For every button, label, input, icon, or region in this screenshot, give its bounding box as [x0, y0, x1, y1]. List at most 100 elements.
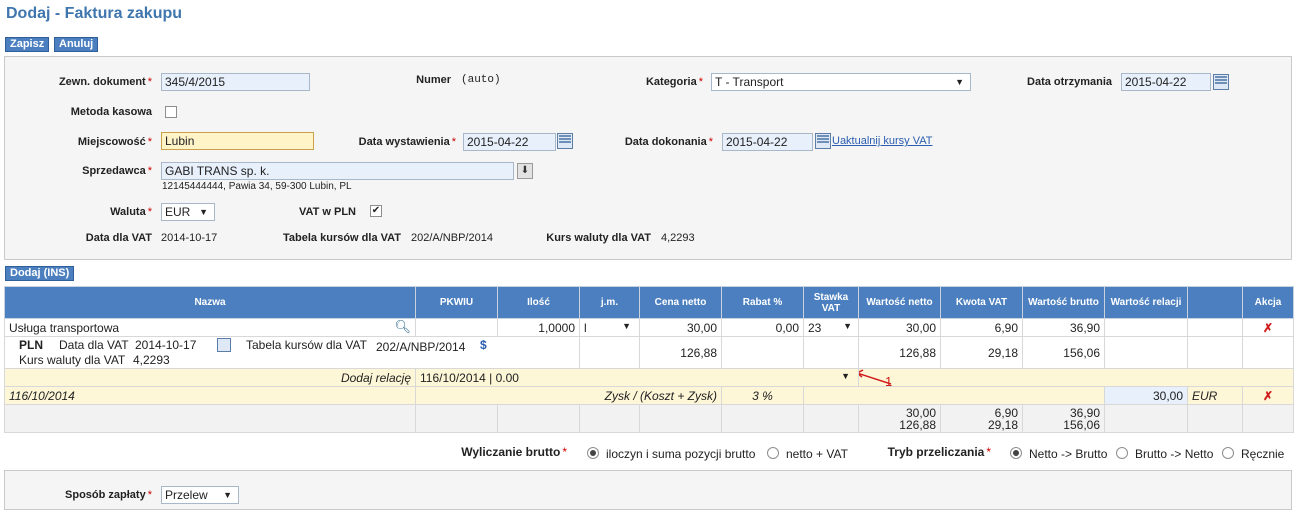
totals-blank: [1104, 404, 1188, 433]
delete-icon[interactable]: ✗: [1242, 386, 1294, 405]
add-relation-label: Dodaj relację: [4, 368, 416, 387]
totals-blank: [721, 404, 804, 433]
delete-icon[interactable]: ✗: [1242, 318, 1294, 337]
received-date-input[interactable]: 2015-04-22: [1121, 73, 1211, 91]
unit-select[interactable]: l ▼: [579, 318, 640, 337]
category-select[interactable]: T - Transport ▼: [711, 73, 971, 91]
pln-vat-date-value[interactable]: 2014-10-17: [135, 338, 197, 352]
pln-currency: PLN: [19, 338, 43, 352]
relation-line-row: 116/10/2014 Zysk / (Koszt + Zysk) 3 % 30…: [4, 386, 1294, 405]
save-button[interactable]: Zapisz: [5, 37, 50, 52]
rates-table-label: Tabela kursów dla VAT: [283, 232, 401, 244]
pln-vat-date-label: Data dla VAT: [59, 338, 129, 352]
number-value: (auto): [461, 74, 501, 86]
item-name-cell[interactable]: Usługa transportowa 🔍︎: [4, 318, 416, 337]
discount-cell[interactable]: 0,00: [721, 318, 804, 337]
relation-percent: 3 %: [721, 386, 804, 405]
totals-blank: [4, 404, 416, 433]
category-label: Kategoria *: [645, 76, 703, 88]
blank-cell: [1187, 318, 1243, 337]
currency-label: Waluta *: [110, 206, 152, 218]
ext-doc-input[interactable]: 345/4/2015: [161, 73, 310, 91]
table-row: Usługa transportowa 🔍︎ 1,0000 l ▼ 30,00 0…: [4, 318, 1294, 337]
chevron-down-icon: ▼: [223, 490, 232, 500]
cash-method-checkbox[interactable]: [165, 106, 177, 118]
pkwiu-cell[interactable]: [415, 318, 498, 337]
pln-relation-cell: [1104, 336, 1188, 369]
calendar-icon[interactable]: [557, 133, 573, 149]
city-label: Miejscowość *: [77, 136, 152, 148]
chevron-down-icon: ▼: [955, 77, 964, 87]
total-net: 30,00 126,88: [858, 404, 941, 433]
header-qty: Ilość: [497, 286, 580, 319]
totals-blank: [415, 404, 498, 433]
header-net-price: Cena netto: [639, 286, 722, 319]
recalc-radio-1[interactable]: [1010, 447, 1022, 459]
header-vat-amount: Kwota VAT: [940, 286, 1023, 319]
net-price-cell[interactable]: 30,00: [639, 318, 722, 337]
city-input[interactable]: Lubin: [161, 132, 314, 150]
pln-rate-label: Kurs waluty dla VAT: [19, 353, 126, 367]
issue-date-label: Data wystawienia *: [358, 136, 456, 148]
gross-calc-radio-1[interactable]: [587, 447, 599, 459]
pln-blank-cell: [1187, 336, 1243, 369]
header-pkwiu: PKWIU: [415, 286, 498, 319]
vat-pln-label: VAT w PLN: [298, 206, 356, 218]
totals-blank: [1242, 404, 1294, 433]
totals-blank: [639, 404, 722, 433]
relation-select[interactable]: 116/10/2014 | 0.00 ▼: [415, 368, 859, 387]
totals-blank: [1187, 404, 1243, 433]
dollar-icon[interactable]: $: [480, 338, 487, 352]
annotation-number: 1: [885, 374, 893, 387]
totals-blank: [579, 404, 640, 433]
header-net-value: Wartość netto: [858, 286, 941, 319]
cancel-button[interactable]: Anuluj: [54, 37, 99, 52]
relation-line-name: 116/10/2014: [4, 386, 416, 405]
calendar-icon[interactable]: [217, 338, 231, 352]
issue-date-input[interactable]: 2015-04-22: [463, 133, 556, 151]
add-item-button[interactable]: Dodaj (INS): [5, 266, 75, 281]
pln-vat-amount: 29,18: [940, 336, 1023, 369]
total-vat: 6,90 29,18: [940, 404, 1023, 433]
done-date-input[interactable]: 2015-04-22: [722, 133, 813, 151]
table-header-row: Nazwa PKWIU Ilość j.m. Cena netto Rabat …: [4, 286, 1294, 319]
relation-annotation-cell: 1: [858, 368, 1294, 387]
relation-value-input[interactable]: 30,00: [1104, 386, 1188, 405]
page-title: Dodaj - Faktura zakupu: [6, 5, 183, 22]
vat-pln-checkbox[interactable]: ✔: [370, 205, 382, 217]
payment-method-select[interactable]: Przelew ▼: [161, 486, 239, 504]
pln-discount-cell: [721, 336, 804, 369]
qty-cell[interactable]: 1,0000: [497, 318, 580, 337]
number-label: Numer: [416, 74, 451, 86]
update-vat-rates-link[interactable]: Uaktualnij kursy VAT: [832, 135, 932, 147]
ext-doc-label: Zewn. dokument *: [58, 76, 152, 88]
calendar-icon[interactable]: [1213, 74, 1229, 90]
seller-label: Sprzedawca *: [82, 165, 152, 177]
pln-net-price: 126,88: [639, 336, 722, 369]
calendar-icon[interactable]: [815, 133, 831, 149]
seller-input[interactable]: GABI TRANS sp. k.: [161, 162, 514, 180]
rate-value: 4,2293: [661, 232, 695, 244]
search-icon[interactable]: 🔍︎: [394, 320, 411, 336]
gross-calc-radio-2[interactable]: [767, 447, 779, 459]
vat-date-value: 2014-10-17: [161, 232, 218, 244]
done-date-label: Data dokonania *: [624, 136, 713, 148]
gross-calc-opt2-label: netto + VAT: [786, 447, 848, 461]
header-name: Nazwa: [4, 286, 416, 319]
currency-select[interactable]: EUR ▼: [161, 203, 215, 221]
pln-action-cell: [1242, 336, 1294, 369]
gross-calc-opt1-label: iloczyn i suma pozycji brutto: [606, 447, 756, 461]
vat-amount-cell: 6,90: [940, 318, 1023, 337]
received-date-label: Data otrzymania: [1027, 76, 1112, 88]
pln-rate-value[interactable]: 4,2293: [133, 353, 170, 367]
download-arrow-icon[interactable]: ⬇: [517, 163, 533, 179]
recalc-radio-2[interactable]: [1116, 447, 1128, 459]
pln-unit-cell: [579, 336, 640, 369]
header-vat-rate: Stawka VAT: [803, 286, 859, 319]
totals-blank: [497, 404, 580, 433]
header-relation-value: Wartość relacji: [1104, 286, 1188, 319]
net-value-cell: 30,00: [858, 318, 941, 337]
vat-rate-select[interactable]: 23 ▼: [803, 318, 859, 337]
recalc-radio-3[interactable]: [1222, 447, 1234, 459]
pln-rates-table-value[interactable]: 202/A/NBP/2014: [376, 340, 466, 354]
